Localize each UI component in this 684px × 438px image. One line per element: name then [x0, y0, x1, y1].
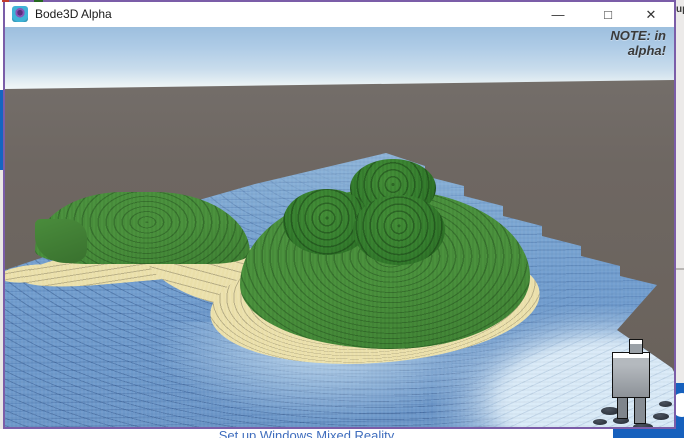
minimize-button[interactable]: —	[540, 2, 576, 27]
alpha-note-line2: alpha!	[610, 43, 666, 58]
background-red-pixel-notch	[2, 0, 9, 2]
robot-avatar	[605, 337, 674, 427]
right-desktop-sliver: up	[676, 0, 684, 438]
robot-body	[612, 352, 650, 398]
robot-leg-left	[617, 397, 628, 419]
alpha-note-line1: NOTE: in	[610, 28, 666, 43]
clipped-text-behind-window: up	[676, 4, 684, 15]
alpha-note-overlay: NOTE: in alpha!	[610, 28, 666, 58]
desktop-screenshot: up Set up Windows Mixed Reality Bode3D A…	[0, 0, 684, 438]
background-green-pixel-notch	[34, 0, 43, 2]
maximize-button[interactable]: □	[590, 2, 626, 27]
app-icon[interactable]	[12, 6, 28, 22]
taskbar-blue-strip	[613, 429, 684, 438]
robot-head	[629, 339, 643, 354]
tree-canopy-right	[353, 195, 445, 265]
game-viewport[interactable]: NOTE: in alpha!	[5, 27, 674, 427]
robot-leg-right	[634, 397, 646, 424]
stone	[659, 401, 672, 407]
window-title: Bode3D Alpha	[35, 7, 112, 21]
close-button[interactable]: ✕	[633, 2, 669, 27]
divider-line-behind-window	[676, 268, 684, 270]
app-window: Bode3D Alpha — □ ✕	[3, 0, 676, 429]
mixed-reality-setup-link[interactable]: Set up Windows Mixed Reality	[0, 429, 613, 438]
titlebar[interactable]: Bode3D Alpha — □ ✕	[5, 2, 674, 27]
bottom-desktop-sliver: Set up Windows Mixed Reality	[0, 429, 684, 438]
stone	[593, 419, 607, 425]
cortana-circle-icon	[676, 393, 684, 417]
stone	[653, 413, 669, 420]
